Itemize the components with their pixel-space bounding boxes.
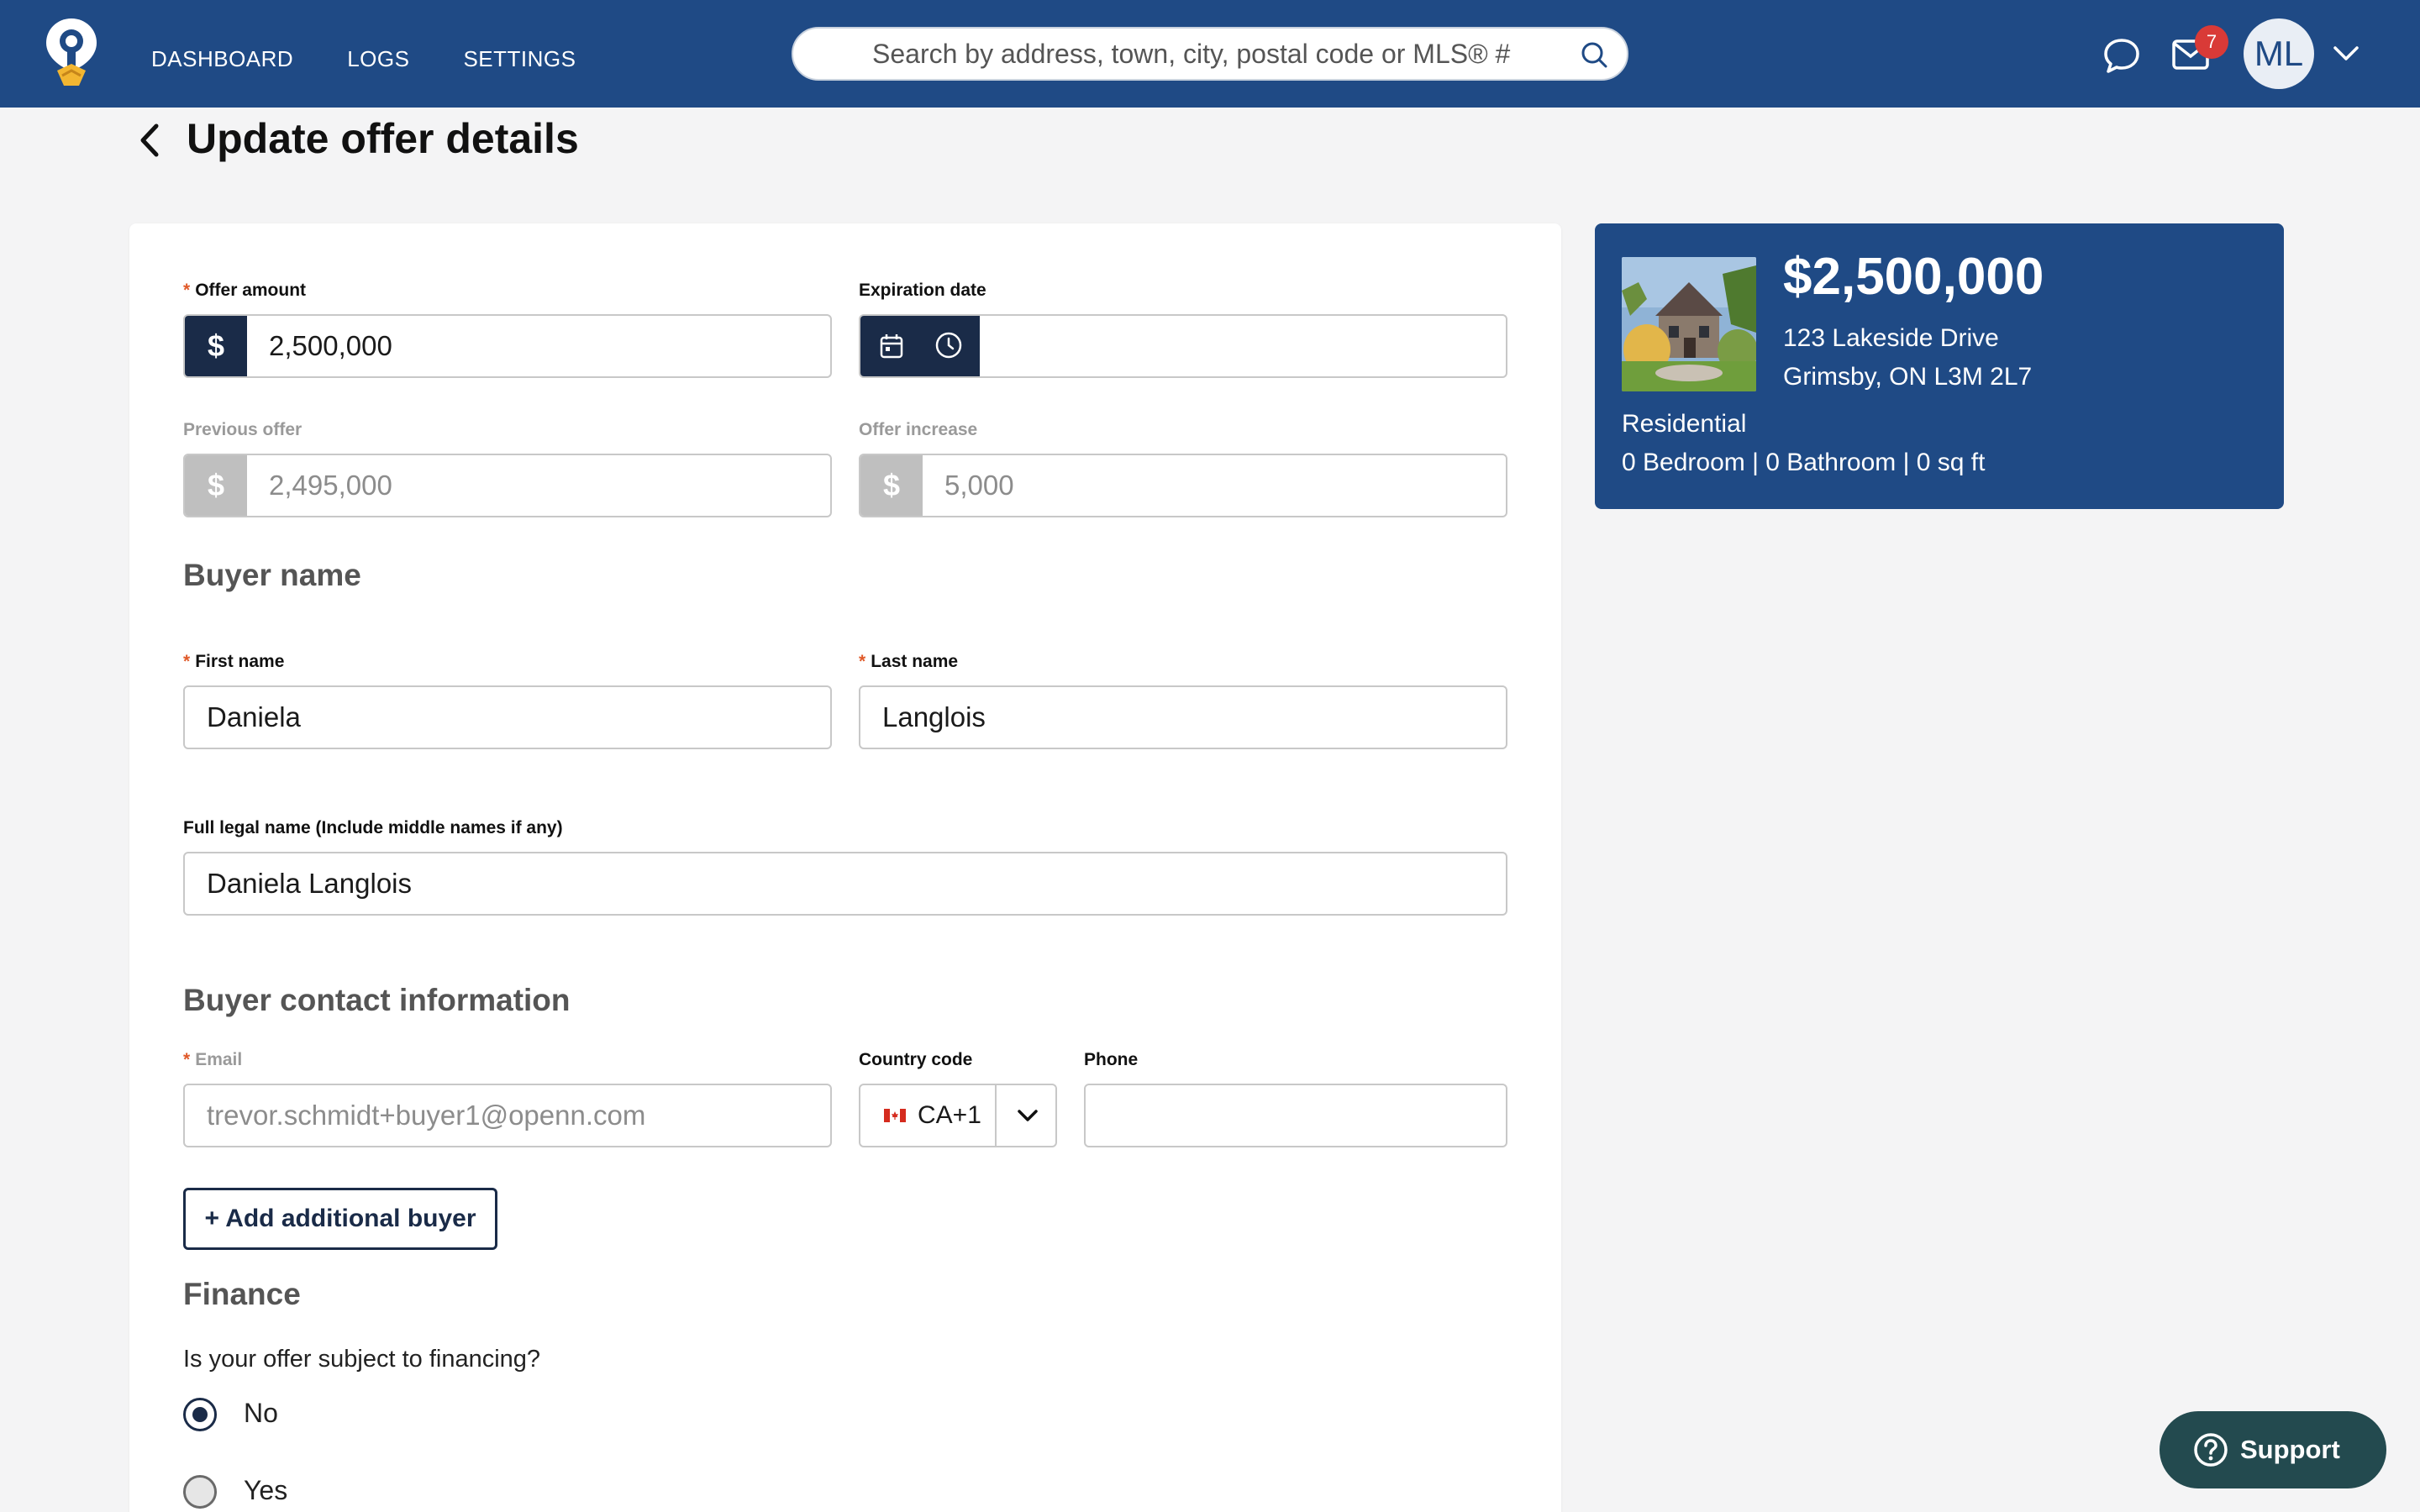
search-input[interactable] [827, 29, 1566, 79]
offer-amount-value: 2,500,000 [269, 330, 392, 361]
nav-logs[interactable]: LOGS [347, 36, 409, 72]
required-marker: * [183, 1050, 191, 1069]
add-additional-buyer-button[interactable]: + Add additional buyer [183, 1188, 497, 1250]
nav-dashboard[interactable]: DASHBOARD [151, 36, 293, 72]
avatar[interactable]: ML [2244, 18, 2314, 89]
dollar-prefix: $ [860, 455, 923, 516]
email-value: trevor.schmidt+buyer1@openn.com [207, 1100, 646, 1131]
page: DASHBOARD LOGS SETTINGS 7 ML Update offe… [0, 0, 2420, 1512]
property-type: Residential [1622, 410, 1747, 438]
offer-amount-field[interactable]: $ 2,500,000 [183, 314, 832, 378]
last-name-label-text: Last name [871, 652, 959, 671]
last-name-field[interactable]: Langlois [859, 685, 1507, 749]
country-code-select[interactable]: CA+1 [859, 1084, 1057, 1147]
required-marker: * [183, 281, 191, 300]
calendar-icon[interactable] [879, 333, 904, 360]
question-circle-icon [2194, 1433, 2228, 1467]
last-name-value: Langlois [882, 701, 986, 732]
phone-field[interactable] [1084, 1084, 1507, 1147]
finance-question: Is your offer subject to financing? [183, 1346, 541, 1373]
country-code-label: Country code [859, 1050, 973, 1069]
country-code-value: CA+1 [918, 1101, 981, 1129]
previous-offer-label: Previous offer [183, 420, 302, 439]
email-label-text: Email [195, 1050, 243, 1069]
chevron-down-icon[interactable] [1017, 1109, 1039, 1124]
offer-amount-label-text: Offer amount [195, 281, 307, 300]
property-address-line1: 123 Lakeside Drive [1783, 324, 1999, 352]
nav-settings[interactable]: SETTINGS [463, 36, 576, 72]
legal-name-value: Daniela Langlois [207, 868, 413, 899]
support-button[interactable]: Support [2160, 1411, 2386, 1488]
phone-label: Phone [1084, 1050, 1139, 1069]
first-name-value: Daniela [207, 701, 301, 732]
finance-yes-radio[interactable] [183, 1475, 217, 1509]
back-icon[interactable] [134, 123, 163, 158]
buyer-name-heading: Buyer name [183, 558, 361, 592]
previous-offer-field: $ 2,495,000 [183, 454, 832, 517]
first-name-label: * First name [183, 652, 284, 672]
radio-selected-dot [192, 1407, 208, 1422]
legal-name-field[interactable]: Daniela Langlois [183, 852, 1507, 916]
chat-icon[interactable] [2102, 37, 2141, 74]
finance-yes-label[interactable]: Yes [244, 1475, 287, 1506]
support-label: Support [2240, 1435, 2340, 1464]
notification-badge: 7 [2195, 25, 2228, 59]
chevron-down-icon[interactable] [2333, 45, 2360, 62]
first-name-field[interactable]: Daniela [183, 685, 832, 749]
contact-info-heading: Buyer contact information [183, 983, 571, 1017]
offer-form-card: * Offer amount $ 2,500,000 Expiration dat… [129, 223, 1561, 1512]
previous-offer-value: 2,495,000 [269, 470, 392, 501]
legal-name-label: Full legal name (Include middle names if… [183, 818, 563, 837]
expiration-date-field[interactable] [859, 314, 1507, 378]
offer-increase-field: $ 5,000 [859, 454, 1507, 517]
offer-increase-label: Offer increase [859, 420, 978, 439]
offer-amount-label: * Offer amount [183, 281, 306, 301]
first-name-label-text: First name [195, 652, 285, 671]
property-address-line2: Grimsby, ON L3M 2L7 [1783, 363, 2033, 391]
required-marker: * [859, 652, 866, 671]
property-price: $2,500,000 [1783, 248, 2044, 306]
property-summary-card: $2,500,000 123 Lakeside Drive Grimsby, O… [1595, 223, 2284, 509]
finance-heading: Finance [183, 1277, 301, 1311]
dollar-prefix: $ [185, 455, 247, 516]
email-field: trevor.schmidt+buyer1@openn.com [183, 1084, 832, 1147]
last-name-label: * Last name [859, 652, 958, 672]
required-marker: * [183, 652, 191, 671]
clock-icon[interactable] [934, 331, 963, 360]
top-nav-bar: DASHBOARD LOGS SETTINGS 7 ML [0, 0, 2420, 108]
email-label: * Email [183, 1050, 242, 1070]
page-title: Update offer details [187, 115, 579, 162]
logo-icon[interactable] [44, 17, 99, 89]
dollar-prefix: $ [185, 316, 247, 376]
search-icon[interactable] [1580, 40, 1608, 69]
finance-no-label[interactable]: No [244, 1398, 278, 1429]
divider [995, 1085, 997, 1146]
finance-no-radio[interactable] [183, 1398, 217, 1431]
main-nav: DASHBOARD LOGS SETTINGS [151, 0, 576, 108]
property-photo [1622, 257, 1756, 391]
expiration-date-label: Expiration date [859, 281, 986, 300]
search-bar [792, 27, 1628, 81]
canada-flag-icon [884, 1109, 906, 1122]
datetime-picker[interactable] [860, 316, 980, 376]
property-specs: 0 Bedroom | 0 Bathroom | 0 sq ft [1622, 449, 1986, 476]
offer-increase-value: 5,000 [944, 470, 1014, 501]
